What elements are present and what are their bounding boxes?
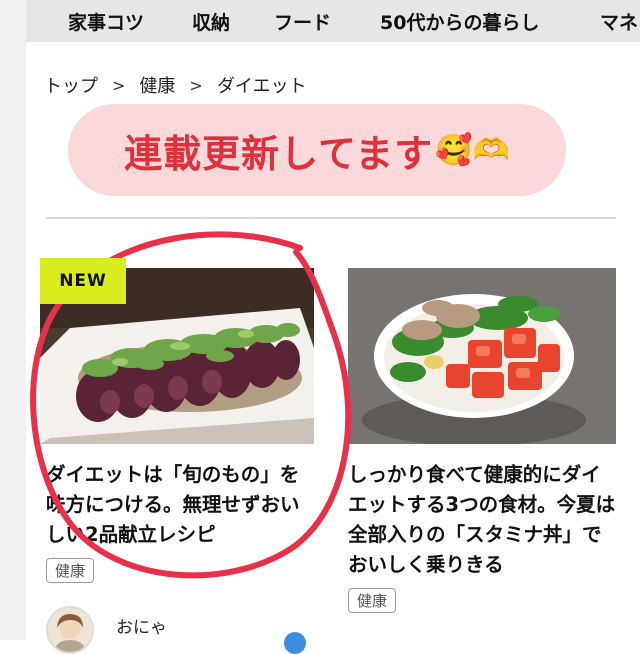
category-tag-health[interactable]: 健康 [348,588,397,613]
author-row[interactable]: おにゃ [46,606,167,654]
banner-text: 連載更新してます [124,131,434,176]
breadcrumb-separator: > [189,75,203,95]
article-card-stamina-bowl[interactable]: しっかり食べて健康的にダイエットする3つの食材。今夏は全部入りの「スタミナ丼」で… [348,268,616,613]
nav-item-housework[interactable]: 家事コツ [68,8,144,35]
breadcrumb-health[interactable]: 健康 [139,72,175,98]
article-thumbnail-stamina-bowl[interactable] [348,268,616,444]
nav-item-life-50s[interactable]: 50代からの暮らし [380,8,539,35]
nav-item-money[interactable]: マネ [600,8,638,35]
new-badge: NEW [40,258,126,304]
nav-item-storage[interactable]: 収納 [192,8,230,35]
category-tag-health[interactable]: 健康 [46,558,95,583]
banner-emoji: 🥰🫶 [435,132,510,168]
section-divider [46,217,616,219]
breadcrumb-top[interactable]: トップ [44,72,98,98]
floating-blue-icon[interactable] [284,632,306,654]
breadcrumb-diet[interactable]: ダイエット [217,72,307,98]
avatar-image [48,608,92,652]
article-title[interactable]: ダイエットは「旬のもの」を味方につける。無理せずおいしい2品献立レシピ [40,460,314,550]
serial-update-banner: 連載更新してます 🥰🫶 [68,104,566,196]
nav-item-food[interactable]: フード [274,8,331,35]
author-name[interactable]: おにゃ [116,613,167,638]
article-card-diet-seasonal[interactable]: NEW ダイエットは「旬のもの」を味方につける。無理せずおいしい2品献立レシピ … [40,258,314,583]
stamina-bowl-image [348,268,616,444]
breadcrumb: トップ > 健康 > ダイエット [44,72,307,98]
author-avatar [46,606,94,654]
left-margin-strip [0,0,26,640]
article-title[interactable]: しっかり食べて健康的にダイエットする3つの食材。今夏は全部入りの「スタミナ丼」で… [348,460,616,580]
breadcrumb-separator: > [112,75,126,95]
top-navigation: 家事コツ 収納 フード 50代からの暮らし マネ [26,0,640,42]
